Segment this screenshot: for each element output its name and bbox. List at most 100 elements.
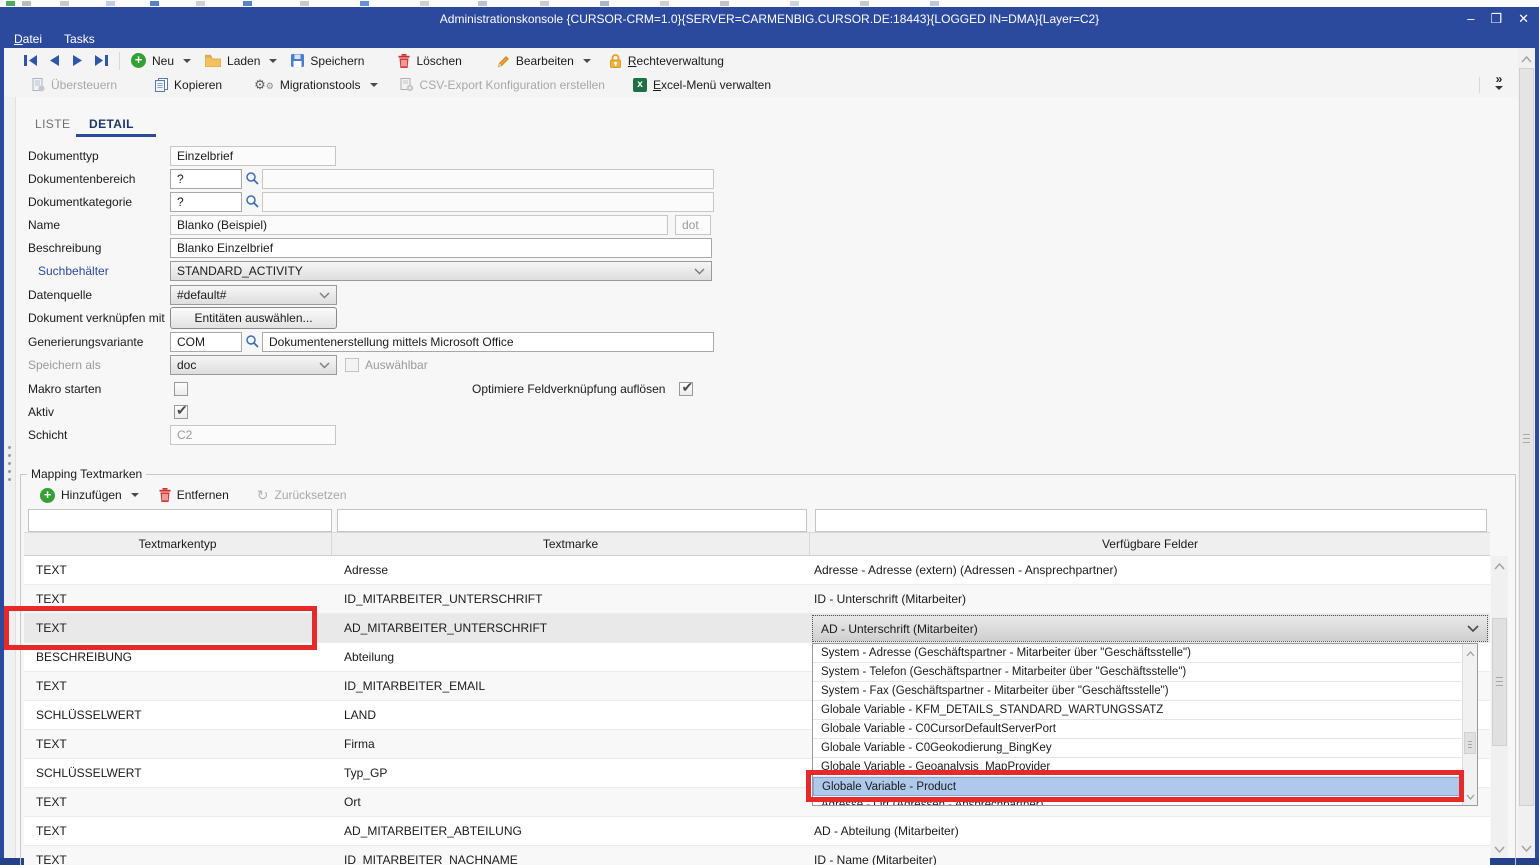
- mapping-textmarken-legend: Mapping Textmarken: [27, 467, 146, 481]
- dropdown-scrollbar[interactable]: [1462, 644, 1477, 805]
- nav-last-button[interactable]: [88, 50, 114, 72]
- form-row-verknuepfen: Dokument verknüpfen mit Entitäten auswäh…: [28, 308, 337, 328]
- dropdown-item[interactable]: System - Fax (Geschäftspartner - Mitarbe…: [813, 682, 1462, 701]
- table-row[interactable]: TEXTAD_MITARBEITER_ABTEILUNGAD - Abteilu…: [24, 817, 1490, 846]
- datenquelle-dropdown[interactable]: #default#: [170, 285, 337, 305]
- form-row-speichern-als: Speichern als doc Auswählbar: [28, 355, 428, 375]
- migrationstools-dropdown-caret[interactable]: [370, 83, 378, 87]
- entfernen-button[interactable]: Entfernen: [153, 484, 235, 506]
- speichern-als-dropdown[interactable]: doc: [170, 355, 337, 375]
- table-scrollbar[interactable]: [1491, 556, 1508, 858]
- nav-next-button[interactable]: [66, 50, 88, 72]
- neu-dropdown-caret[interactable]: [183, 59, 191, 63]
- kopieren-button[interactable]: Kopieren: [149, 74, 228, 96]
- scroll-up-icon[interactable]: [1491, 559, 1508, 573]
- filter-textmarke-input[interactable]: [337, 509, 807, 532]
- form-row-makro: Makro starten Optimiere Feldverknüpfung …: [28, 379, 693, 399]
- dropdown-item[interactable]: Globale Variable - C0CursorDefaultServer…: [813, 720, 1462, 739]
- chevron-down-icon: [694, 268, 705, 275]
- tab-liste[interactable]: LISTE: [35, 117, 70, 131]
- scroll-up-icon[interactable]: [1463, 646, 1477, 660]
- filter-verfuegbare-felder-input[interactable]: [815, 509, 1487, 532]
- pencil-icon: [496, 54, 510, 68]
- dropdown-item[interactable]: System - Telefon (Geschäftspartner - Mit…: [813, 663, 1462, 682]
- collapsed-side-panel[interactable]: < >: [4, 48, 16, 858]
- hinzufuegen-dropdown-caret[interactable]: [131, 493, 139, 497]
- scroll-down-icon[interactable]: [1463, 789, 1477, 803]
- mapping-toolbar: +Hinzufügen Entfernen ↻Zurücksetzen: [34, 483, 353, 507]
- rechteverwaltung-button[interactable]: Rechteverwaltung: [603, 50, 730, 72]
- form-row-aktiv: Aktiv: [28, 402, 188, 422]
- copy-icon: [155, 78, 168, 92]
- neu-button[interactable]: +Neu: [125, 50, 180, 72]
- scroll-down-icon[interactable]: [1518, 841, 1535, 855]
- dropdown-item-selected[interactable]: Globale Variable - Product: [813, 777, 1462, 796]
- toolbar-overflow-button[interactable]: »: [1485, 74, 1513, 96]
- main-scrollbar[interactable]: [1518, 48, 1535, 858]
- column-header-textmarkentyp[interactable]: Textmarkentyp: [24, 532, 332, 556]
- dropdown-item[interactable]: Globale Variable - KFM_DETAILS_STANDARD_…: [813, 701, 1462, 720]
- auswaehlbar-checkbox: [345, 358, 359, 372]
- form-row-datenquelle: Datenquelle #default#: [28, 285, 337, 305]
- document-override-icon: [32, 78, 45, 92]
- maximize-button[interactable]: ❒: [1490, 11, 1502, 27]
- column-header-textmarke[interactable]: Textmarke: [332, 532, 810, 556]
- dokumentenbereich-field[interactable]: ?: [170, 169, 242, 189]
- clipped-background-toolbar: [0, 0, 1539, 7]
- close-button[interactable]: ✕: [1518, 11, 1529, 27]
- laden-dropdown-caret[interactable]: [269, 59, 277, 63]
- aktiv-checkbox[interactable]: [174, 405, 188, 419]
- dropdown-item[interactable]: Globale Variable - Geoanalysis_MapProvid…: [813, 758, 1462, 777]
- chevron-down-icon: [319, 292, 330, 299]
- scroll-down-icon[interactable]: [1491, 842, 1508, 856]
- csv-export-button: CSV-Export Konfiguration erstellen: [394, 74, 611, 96]
- dokumentkategorie-field[interactable]: ?: [170, 192, 242, 212]
- migrationstools-button[interactable]: ⚙⚙Migrationstools: [248, 74, 366, 96]
- trash-icon: [398, 54, 410, 68]
- loeschen-button[interactable]: Löschen: [392, 50, 467, 72]
- name-field[interactable]: Blanko (Beispiel): [170, 215, 668, 235]
- scroll-up-icon[interactable]: [1518, 52, 1535, 66]
- dropdown-item[interactable]: System - Adresse (Geschäftspartner - Mit…: [813, 644, 1462, 663]
- nav-previous-button[interactable]: [44, 50, 66, 72]
- entitaeten-auswaehlen-button[interactable]: Entitäten auswählen...: [170, 307, 337, 329]
- filter-textmarkentyp-input[interactable]: [28, 509, 332, 532]
- search-icon[interactable]: [245, 171, 259, 188]
- active-tab-underline: [76, 134, 156, 137]
- suchbehaelter-dropdown[interactable]: STANDARD_ACTIVITY: [170, 261, 712, 281]
- dropdown-item[interactable]: Adresse - Ort (Adressen - Ansprechpartne…: [813, 796, 1462, 806]
- bearbeiten-button[interactable]: Bearbeiten: [490, 50, 580, 72]
- secondary-toolbar: Übersteuern Kopieren ⚙⚙Migrationstools C…: [4, 72, 1535, 97]
- verfuegbare-felder-combobox-open[interactable]: AD - Unterschrift (Mitarbeiter): [812, 615, 1488, 642]
- plus-circle-icon: +: [131, 53, 146, 68]
- search-icon[interactable]: [245, 334, 259, 351]
- hinzufuegen-button[interactable]: +Hinzufügen: [34, 484, 128, 506]
- optimiere-feldverknuepfung-checkbox[interactable]: [679, 382, 693, 396]
- menu-tasks[interactable]: Tasks: [64, 32, 95, 46]
- search-icon[interactable]: [245, 194, 259, 211]
- refresh-icon: ↻: [257, 487, 269, 504]
- nav-first-button[interactable]: [18, 50, 44, 72]
- csv-config-icon: [400, 78, 414, 92]
- table-row[interactable]: TEXTID_MITARBEITER_UNTERSCHRIFTID - Unte…: [24, 585, 1490, 614]
- form-row-beschreibung: Beschreibung Blanko Einzelbrief: [28, 238, 712, 258]
- menu-datei[interactable]: Datei: [14, 32, 42, 46]
- generierungsvariante-field[interactable]: COM: [170, 332, 242, 352]
- table-row[interactable]: TEXTAdresseAdresse - Adresse (extern) (A…: [24, 556, 1490, 585]
- table-row[interactable]: TEXTID_MITARBEITER_NACHNAMEID - Name (Mi…: [24, 846, 1490, 865]
- makro-starten-checkbox[interactable]: [174, 382, 188, 396]
- name-suffix-field: dot: [675, 215, 711, 235]
- zuruecksetzen-button: ↻Zurücksetzen: [251, 484, 353, 506]
- generierungsvariante-description-field: Dokumentenerstellung mittels Microsoft O…: [262, 332, 714, 352]
- beschreibung-field[interactable]: Blanko Einzelbrief: [170, 238, 712, 258]
- laden-button[interactable]: Laden: [199, 50, 266, 72]
- dokumenttyp-field[interactable]: Einzelbrief: [170, 146, 336, 166]
- speichern-button[interactable]: Speichern: [285, 50, 370, 72]
- column-header-verfuegbare-felder[interactable]: Verfügbare Felder: [810, 532, 1490, 556]
- bearbeiten-dropdown-caret[interactable]: [583, 59, 591, 63]
- tab-detail[interactable]: DETAIL: [89, 117, 134, 131]
- form-row-dokumenttyp: Dokumenttyp Einzelbrief: [28, 146, 336, 166]
- excel-menu-button[interactable]: xExcel-Menü verwalten: [627, 74, 777, 96]
- minimize-button[interactable]: –: [1467, 11, 1474, 26]
- dropdown-item[interactable]: Globale Variable - C0Geokodierung_BingKe…: [813, 739, 1462, 758]
